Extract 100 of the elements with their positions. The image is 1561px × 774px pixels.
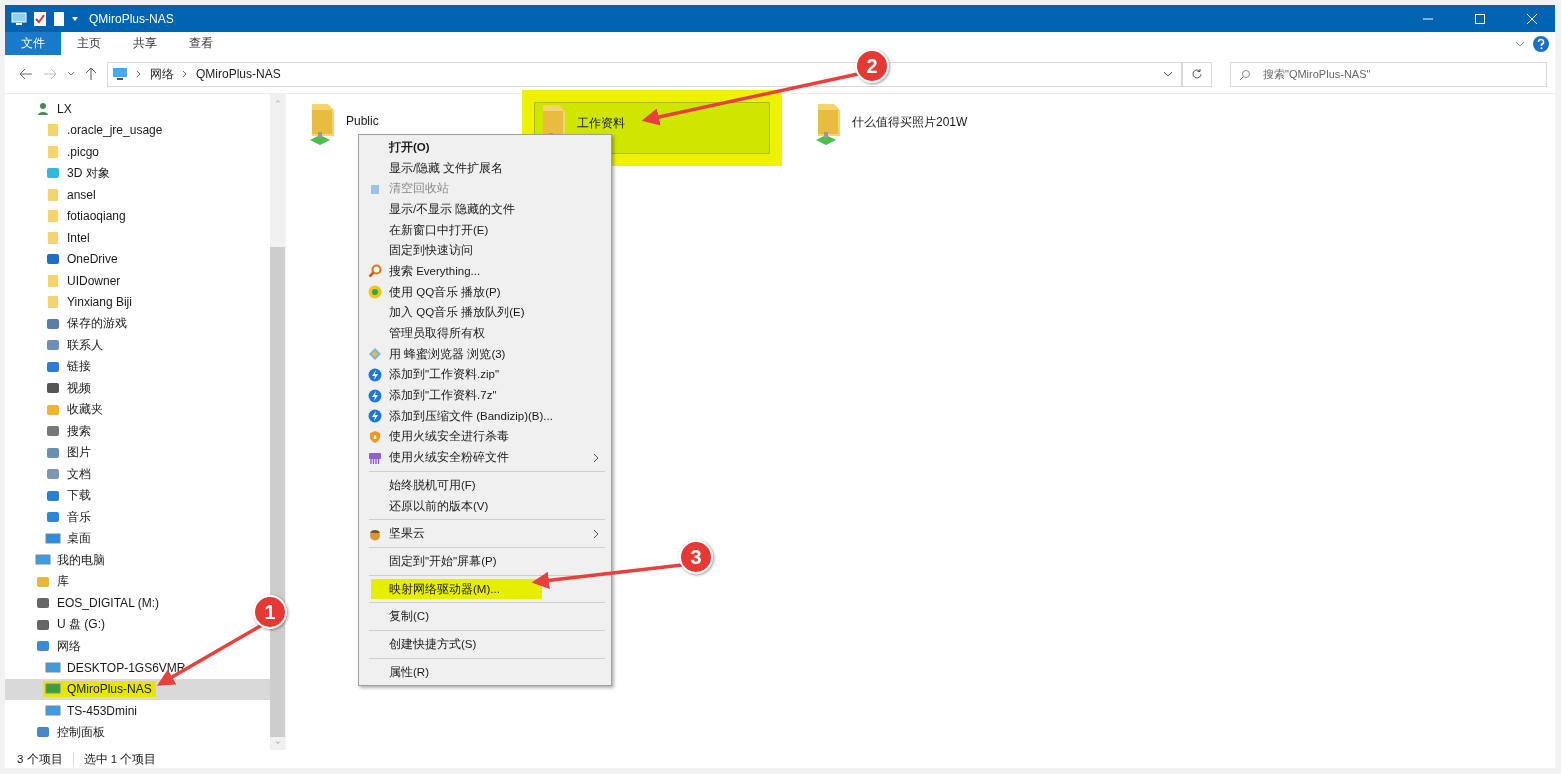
- folder-name: Public: [346, 113, 379, 128]
- sidebar-item-icon: [45, 682, 61, 697]
- menu-item[interactable]: 搜索 Everything...: [361, 261, 609, 282]
- sidebar-item[interactable]: .picgo: [5, 141, 104, 163]
- menu-item[interactable]: 固定到"开始"屏幕(P): [361, 551, 609, 572]
- sidebar-item[interactable]: UIDowner: [5, 270, 125, 292]
- sidebar-item[interactable]: 链接: [5, 356, 95, 378]
- sidebar-item-icon: [45, 273, 61, 288]
- sidebar-item-icon: [45, 166, 61, 181]
- sidebar-item-icon: [45, 187, 61, 202]
- sidebar-item[interactable]: QMiroPlus-NAS: [5, 678, 270, 700]
- sidebar-item[interactable]: 视频: [5, 377, 95, 399]
- lightning-icon: [368, 367, 382, 382]
- sidebar-item-icon: [45, 123, 61, 138]
- sidebar-item[interactable]: 保存的游戏: [5, 313, 131, 335]
- sidebar-item[interactable]: 网络: [5, 635, 85, 657]
- menu-item[interactable]: 还原以前的版本(V): [361, 495, 609, 517]
- dropdown-icon[interactable]: [1163, 71, 1173, 77]
- folder-item[interactable]: 什么值得买照片201W: [810, 102, 1000, 154]
- menu-item[interactable]: 使用火绒安全粉碎文件: [361, 447, 609, 468]
- sidebar-item[interactable]: 音乐: [5, 506, 95, 528]
- menu-item[interactable]: 管理员取得所有权: [361, 323, 609, 344]
- sidebar-item-icon: [35, 617, 51, 632]
- menu-item[interactable]: 映射网络驱动器(M)...: [371, 578, 542, 600]
- lightning-icon: [368, 409, 382, 424]
- back-icon[interactable]: [19, 68, 33, 80]
- menu-item[interactable]: 用 蜂蜜浏览器 浏览(3): [361, 343, 609, 365]
- computer-icon[interactable]: [11, 11, 27, 26]
- shredder-icon: [368, 450, 382, 465]
- folder-name: 工作资料: [577, 115, 625, 132]
- sidebar-item[interactable]: EOS_DIGITAL (M:): [5, 592, 163, 614]
- menu-item[interactable]: 使用 QQ音乐 播放(P): [361, 281, 609, 303]
- sidebar-item[interactable]: 收藏夹: [5, 399, 107, 421]
- recent-dropdown-icon[interactable]: [67, 71, 75, 77]
- menu-item[interactable]: 添加到"工作资料.zip": [361, 364, 609, 386]
- diamond-icon: [368, 347, 382, 362]
- sidebar-item-icon: [45, 230, 61, 245]
- sidebar-item[interactable]: 桌面: [5, 528, 95, 550]
- sidebar-item[interactable]: ansel: [5, 184, 100, 206]
- sidebar-item-icon: [45, 338, 61, 353]
- sidebar-item-icon: [45, 252, 61, 267]
- sidebar-item-icon: [45, 445, 61, 460]
- menu-item[interactable]: 创建快捷方式(S): [361, 634, 609, 655]
- sidebar-item[interactable]: 控制面板: [5, 721, 109, 743]
- selection-count: 选中 1 个项目: [83, 751, 157, 767]
- menu-item[interactable]: 添加到"工作资料.7z": [361, 385, 609, 406]
- sidebar-item[interactable]: U 盘 (G:): [5, 614, 109, 636]
- sidebar-item-icon: [35, 596, 51, 611]
- menu-item[interactable]: 固定到快速访问: [361, 240, 609, 262]
- sidebar-item-icon: [45, 295, 61, 310]
- search-field[interactable]: 搜索"QMiroPlus-NAS": [1230, 61, 1547, 87]
- sidebar-item[interactable]: OneDrive: [5, 248, 122, 270]
- menu-item[interactable]: 复制(C): [361, 606, 609, 628]
- window-title: QMiroPlus-NAS: [89, 11, 174, 26]
- sidebar-item-icon: [35, 101, 51, 116]
- menu-item[interactable]: 属性(R): [361, 661, 609, 683]
- forward-icon[interactable]: [43, 68, 57, 80]
- menu-item[interactable]: 加入 QQ音乐 播放队列(E): [361, 302, 609, 324]
- sidebar-item[interactable]: 3D 对象: [5, 162, 114, 184]
- sidebar-item[interactable]: 图片: [5, 442, 95, 464]
- sidebar-item[interactable]: LX: [5, 98, 76, 120]
- sidebar-item-icon: [35, 553, 51, 568]
- sidebar-item-icon: [35, 574, 51, 589]
- sidebar-item-icon: [45, 359, 61, 374]
- sidebar-item[interactable]: fotiaoqiang: [5, 205, 130, 227]
- menu-item[interactable]: 显示/不显示 隐藏的文件: [361, 199, 609, 220]
- breadcrumb[interactable]: 网络: [150, 65, 174, 83]
- menu-item[interactable]: 在新窗口中打开(E): [361, 219, 609, 241]
- sidebar-item-icon: [45, 209, 61, 224]
- dropdown-icon[interactable]: [71, 14, 79, 23]
- properties-icon[interactable]: [33, 10, 47, 27]
- sidebar-item[interactable]: 搜索: [5, 420, 95, 442]
- sidebar-item[interactable]: .oracle_jre_usage: [5, 119, 167, 141]
- sidebar-item-icon: [45, 510, 61, 525]
- ribbon-tab[interactable]: 文件: [5, 32, 61, 55]
- menu-item[interactable]: 显示/隐藏 文件扩展名: [361, 157, 609, 179]
- menu-item[interactable]: 添加到压缩文件 (Bandizip)(B)...: [361, 405, 609, 427]
- sidebar-item[interactable]: 库: [5, 571, 73, 593]
- folder-name: 什么值得买照片201W: [852, 114, 968, 131]
- sidebar-item[interactable]: TS-453Dmini: [5, 700, 142, 722]
- help-icon[interactable]: [1533, 35, 1549, 52]
- chevron-icon: [136, 70, 142, 78]
- sidebar-item[interactable]: 我的电脑: [5, 549, 109, 571]
- menu-item[interactable]: 始终脱机可用(F): [361, 475, 609, 496]
- sidebar-item[interactable]: 下载: [5, 485, 95, 507]
- music-note-icon: [368, 285, 382, 300]
- sidebar-item[interactable]: Yinxiang Biji: [5, 291, 136, 313]
- sidebar-item[interactable]: DESKTOP-1GS6VMR: [5, 657, 190, 679]
- up-icon[interactable]: [85, 67, 97, 81]
- menu-item[interactable]: 使用火绒安全进行杀毒: [361, 426, 609, 448]
- breadcrumb[interactable]: QMiroPlus-NAS: [196, 67, 281, 81]
- refresh-icon: [1191, 68, 1203, 80]
- shield-icon: [368, 429, 382, 444]
- refresh-button[interactable]: [1182, 61, 1212, 87]
- sidebar-item[interactable]: 联系人: [5, 334, 107, 356]
- sidebar-item-icon: [45, 467, 61, 482]
- sidebar-item-icon: [45, 531, 61, 546]
- sidebar-item[interactable]: Intel: [5, 227, 94, 249]
- menu-item[interactable]: 坚果云: [361, 523, 609, 545]
- sidebar-item[interactable]: 文档: [5, 463, 95, 485]
